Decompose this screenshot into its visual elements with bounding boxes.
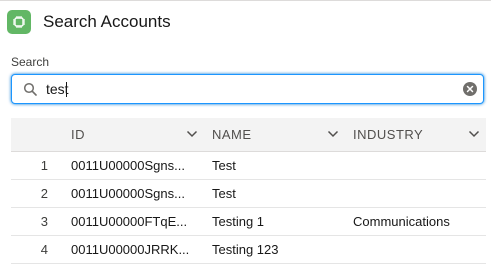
table-row[interactable]: 2 0011U00000Sgns... Test <box>11 180 486 208</box>
results-table: ID NAME INDUSTRY 1 0011U00000Sgns... Tes… <box>11 118 486 264</box>
account-name-cell: Testing 123 <box>212 242 279 257</box>
account-id-cell: 0011U00000Sgns... <box>71 158 185 173</box>
row-number: 4 <box>40 242 48 257</box>
column-header-id[interactable]: ID <box>71 118 85 151</box>
industry-cell: Communications <box>353 214 450 229</box>
search-field[interactable] <box>11 74 484 104</box>
search-input[interactable] <box>46 81 446 97</box>
account-id-cell: 0011U00000JRRK... <box>71 242 190 257</box>
column-header-name[interactable]: NAME <box>212 118 252 151</box>
industry-cell <box>353 152 481 179</box>
chevron-down-icon[interactable] <box>327 128 339 140</box>
column-header-label: NAME <box>212 127 252 142</box>
chevron-down-icon[interactable] <box>186 128 198 140</box>
industry-cell <box>353 180 481 207</box>
search-icon <box>22 81 38 97</box>
account-name-cell: Test <box>212 158 236 173</box>
row-number: 3 <box>40 214 48 229</box>
search-label: Search <box>11 55 50 69</box>
column-header-label: INDUSTRY <box>353 127 424 142</box>
row-number: 2 <box>40 186 48 201</box>
table-row[interactable]: 4 0011U00000JRRK... Testing 123 <box>11 236 486 264</box>
account-id-cell: 0011U00000Sgns... <box>71 186 185 201</box>
account-id-cell: 0011U00000FTqE... <box>71 214 188 229</box>
table-header: ID NAME INDUSTRY <box>11 118 486 152</box>
chevron-down-icon[interactable] <box>468 128 480 140</box>
page-header: Search Accounts <box>7 9 171 35</box>
table-row[interactable]: 1 0011U00000Sgns... Test <box>11 152 486 180</box>
account-name-cell: Testing 1 <box>212 214 265 229</box>
industry-cell <box>353 236 481 263</box>
top-divider <box>0 0 491 1</box>
table-row[interactable]: 3 0011U00000FTqE... Testing 1 Communicat… <box>11 208 486 236</box>
account-name-cell: Test <box>212 186 236 201</box>
column-header-industry[interactable]: INDUSTRY <box>353 118 423 151</box>
row-number: 1 <box>40 158 48 173</box>
column-header-label: ID <box>71 127 85 142</box>
clear-icon[interactable] <box>463 82 477 96</box>
text-cursor <box>66 82 67 97</box>
page-title: Search Accounts <box>43 12 171 31</box>
app-icon <box>7 10 31 34</box>
